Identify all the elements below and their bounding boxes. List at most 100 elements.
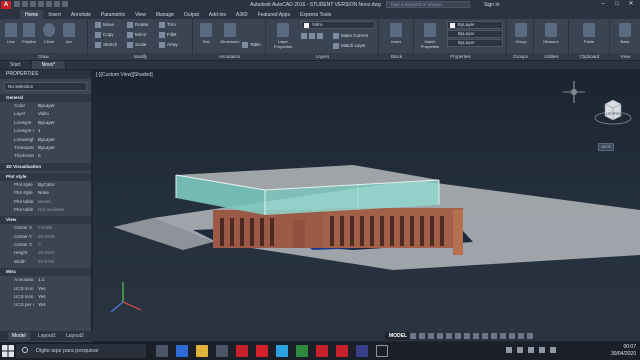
file-tab-novo[interactable]: Novo*: [31, 61, 67, 69]
tab-annotate[interactable]: Annotate: [66, 10, 96, 19]
clock[interactable]: 00:07 30/04/2020: [611, 344, 636, 358]
maximize-icon[interactable]: □: [610, 0, 624, 9]
general-section-header[interactable]: General: [0, 94, 91, 102]
clipboard-panel-label[interactable]: Clipboard: [570, 53, 609, 60]
base-view-button[interactable]: Base: [616, 23, 634, 44]
windows-start-icon[interactable]: [2, 345, 14, 357]
tab-manage[interactable]: Manage: [151, 10, 179, 19]
wcs-menu[interactable]: WCS: [598, 143, 614, 151]
plot-style-section-header[interactable]: Plot style: [0, 172, 91, 181]
lineweight-dropdown[interactable]: ByLayer: [447, 39, 503, 47]
annotation-panel-label[interactable]: Annotation: [194, 53, 265, 60]
polar-icon[interactable]: [437, 333, 443, 339]
layout-tab-layout1[interactable]: Layout1: [34, 332, 60, 340]
tab-output[interactable]: Output: [179, 10, 204, 19]
layers-panel-label[interactable]: Layers: [267, 53, 378, 60]
tab-express-tools[interactable]: Express Tools: [295, 10, 336, 19]
circle-button[interactable]: Circle: [40, 23, 58, 44]
wifi-icon[interactable]: [528, 347, 534, 353]
minimize-icon[interactable]: –: [596, 0, 610, 9]
measure-button[interactable]: Measure: [542, 23, 560, 44]
line-button[interactable]: Line: [2, 23, 20, 44]
layer-freeze-icon[interactable]: [309, 32, 315, 39]
modify-panel-label[interactable]: Modify: [89, 53, 192, 60]
chrome-icon[interactable]: [296, 345, 308, 357]
ortho-icon[interactable]: [428, 333, 434, 339]
edge-icon[interactable]: [176, 345, 188, 357]
layer-properties-button[interactable]: Layer Properties: [270, 23, 296, 49]
chevron-up-icon[interactable]: [506, 347, 512, 353]
autocad-taskbar-icon[interactable]: [236, 345, 248, 357]
keyboard-icon[interactable]: [550, 347, 556, 353]
property-row[interactable]: Thickness 0: [0, 152, 91, 160]
plot-icon[interactable]: [46, 1, 52, 7]
autocad-logo-icon[interactable]: A: [1, 1, 11, 9]
viewcube-front-face[interactable]: FRONT: [614, 112, 626, 116]
color-dropdown[interactable]: ByLayer: [447, 21, 503, 29]
group-button[interactable]: Group: [512, 23, 530, 44]
property-row[interactable]: Layer Vidro: [0, 110, 91, 118]
scale-button[interactable]: Scale: [127, 41, 146, 49]
keyword-search-input[interactable]: Type a keyword or phrase: [386, 1, 470, 8]
redo-icon[interactable]: [62, 1, 68, 7]
fillet-button[interactable]: Fillet: [159, 31, 177, 39]
drawing-viewport[interactable]: [-][Custom View][Shaded] LEFT FRONT WCS: [93, 70, 640, 331]
linetype-dropdown[interactable]: ByLayer: [447, 30, 503, 38]
property-row[interactable]: Center Y 68.6938: [0, 233, 91, 241]
hp-icon[interactable]: [276, 345, 288, 357]
property-row[interactable]: Plot style ByColor: [0, 181, 91, 189]
netflix-icon[interactable]: [256, 345, 268, 357]
dimension-button[interactable]: Dimension: [218, 23, 242, 44]
tab-a360[interactable]: A360: [231, 10, 253, 19]
layer-off-icon[interactable]: [301, 32, 307, 39]
osnap-icon[interactable]: [446, 333, 452, 339]
property-row[interactable]: UCS icon OnYes: [0, 285, 91, 293]
property-row[interactable]: Linetype s...1: [0, 127, 91, 135]
task-view-icon[interactable]: [156, 345, 168, 357]
store-icon[interactable]: [216, 345, 228, 357]
layer-lock-icon[interactable]: [317, 32, 323, 39]
transparency-icon[interactable]: [473, 333, 479, 339]
isolate-icon[interactable]: [500, 333, 506, 339]
volume-icon[interactable]: [539, 347, 545, 353]
close-icon[interactable]: ✕: [624, 0, 638, 9]
arc-button[interactable]: Arc: [60, 23, 78, 44]
view-section-header[interactable]: View: [0, 216, 91, 225]
layer-dropdown[interactable]: Vidro: [301, 21, 375, 29]
groups-panel-label[interactable]: Groups: [508, 53, 533, 60]
properties-palette-title[interactable]: PROPERTIES: [0, 70, 91, 79]
otrack-icon[interactable]: [455, 333, 461, 339]
taskbar-search-input[interactable]: Digite aqui para pesquisar: [16, 344, 146, 358]
paste-button[interactable]: Paste: [580, 23, 598, 44]
polyline-button[interactable]: Polyline: [20, 23, 38, 44]
tab-add-ins[interactable]: Add-ins: [204, 10, 231, 19]
property-row[interactable]: UCS per vi...Yes: [0, 301, 91, 309]
customization-icon[interactable]: [527, 333, 533, 339]
misc-section-header[interactable]: Misc: [0, 268, 91, 277]
tab-insert[interactable]: Insert: [43, 10, 66, 19]
acrobat-icon[interactable]: [316, 345, 328, 357]
save-as-icon[interactable]: [38, 1, 44, 7]
tab-view[interactable]: View: [130, 10, 151, 19]
property-row[interactable]: Plot table...Model: [0, 198, 91, 206]
app-icon[interactable]: [376, 345, 388, 357]
sign-in-button[interactable]: Sign In: [484, 2, 500, 8]
annotation-scale-icon[interactable]: [482, 333, 488, 339]
insert-block-button[interactable]: Insert: [387, 23, 405, 44]
trim-button[interactable]: Trim: [159, 21, 176, 29]
workspace-gear-icon[interactable]: [491, 333, 497, 339]
new-file-icon[interactable]: [14, 1, 20, 7]
property-row[interactable]: Annotatio...1:1: [0, 276, 91, 284]
file-tab-start[interactable]: Start: [0, 61, 32, 69]
tab-parametric[interactable]: Parametric: [96, 10, 130, 19]
draw-panel-label[interactable]: Draw: [0, 53, 87, 60]
copy-button[interactable]: Copy: [95, 31, 114, 39]
mirror-button[interactable]: Mirror: [127, 31, 147, 39]
match-properties-button[interactable]: Match Properties: [417, 23, 443, 49]
tab-home[interactable]: Home: [20, 10, 44, 19]
property-row[interactable]: Plot style t...None: [0, 189, 91, 197]
view-panel-label[interactable]: View: [611, 53, 640, 60]
layout-tab-model[interactable]: Model: [8, 332, 30, 340]
property-row[interactable]: Color ByLayer: [0, 102, 91, 110]
property-row[interactable]: Linetype ByLayer: [0, 119, 91, 127]
